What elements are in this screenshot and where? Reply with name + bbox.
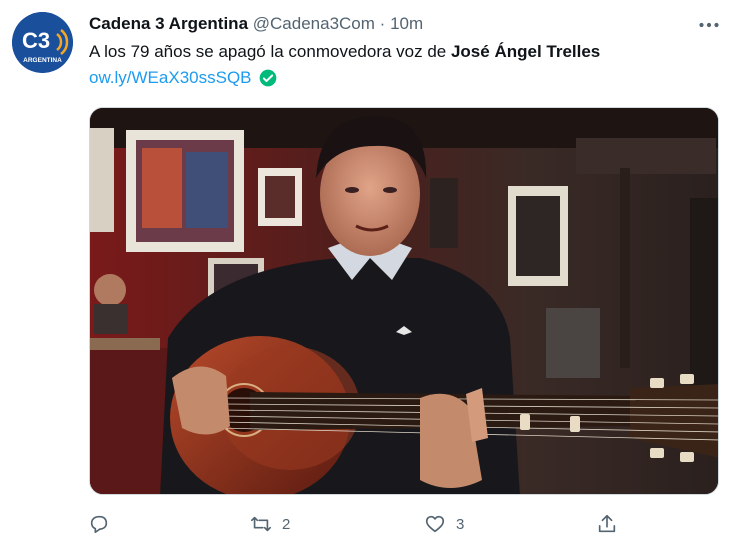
like-count: 3 (456, 515, 465, 533)
like-button[interactable]: 3 (424, 510, 464, 538)
share-icon (598, 514, 616, 533)
tweet-link-row: ow.ly/WEaX30ssSQB (89, 67, 278, 89)
logo-text: C3 (22, 28, 50, 53)
tweet-card[interactable]: C3 ARGENTINA Cadena 3 Argentina @Cadena3… (0, 0, 743, 557)
tweet-media-photo[interactable] (89, 107, 719, 495)
tweet-header: Cadena 3 Argentina @Cadena3Com · 10m (89, 13, 423, 35)
reply-icon (90, 515, 108, 534)
more-icon (699, 22, 719, 28)
tweet-link[interactable]: ow.ly/WEaX30ssSQB (89, 67, 252, 89)
retweet-icon (251, 516, 271, 532)
separator-dot: · (379, 14, 386, 33)
retweet-count: 2 (282, 515, 291, 533)
share-button[interactable] (596, 510, 628, 538)
retweet-button[interactable]: 2 (250, 510, 290, 538)
tweet-text-prefix: A los 79 años se apagó la conmovedora vo… (89, 42, 451, 61)
photo-singer-guitar (90, 108, 718, 494)
cadena3-logo: C3 ARGENTINA (12, 12, 73, 73)
verified-check-icon (259, 69, 276, 87)
reply-button[interactable] (88, 510, 120, 538)
tweet-text-bold: José Ángel Trelles (450, 42, 601, 61)
tweet-timestamp[interactable]: 10m (390, 14, 423, 33)
tweet-actions: 2 3 (0, 510, 743, 540)
avatar[interactable]: C3 ARGENTINA (12, 12, 73, 73)
author-handle[interactable]: @Cadena3Com (253, 14, 375, 33)
more-options-button[interactable] (696, 12, 722, 38)
logo-subtext: ARGENTINA (23, 57, 62, 64)
heart-icon (425, 515, 445, 533)
author-name[interactable]: Cadena 3 Argentina (89, 14, 248, 33)
tweet-text: A los 79 años se apagó la conmovedora vo… (89, 41, 600, 63)
